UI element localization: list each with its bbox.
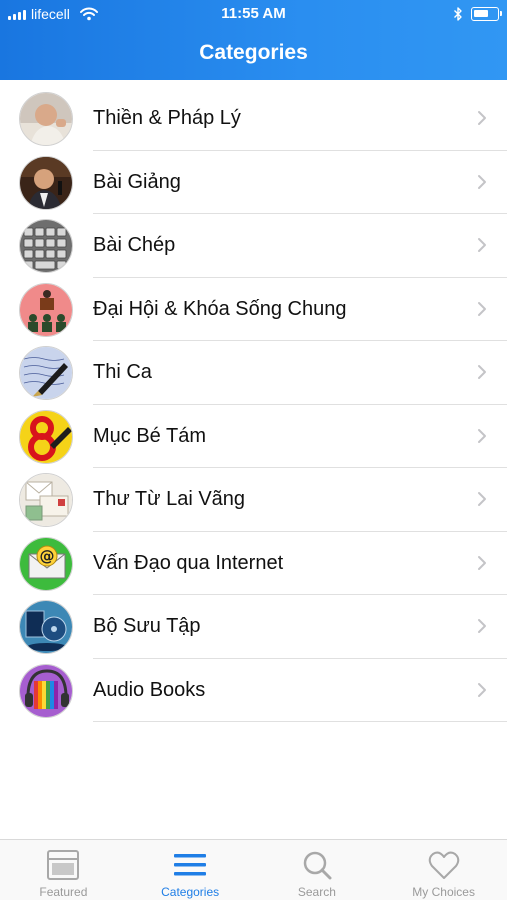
speaker-portrait-icon — [19, 155, 73, 210]
letters-envelope-icon — [19, 473, 73, 527]
category-label: Đại Hội & Khóa Sống Chung — [93, 297, 347, 320]
tab-label: Featured — [39, 885, 88, 899]
featured-icon — [47, 850, 80, 880]
tab-my-choices[interactable]: My Choices — [380, 840, 507, 900]
category-row-bai-chep[interactable]: Bài Chép — [0, 214, 507, 278]
bluetooth-icon — [454, 7, 462, 21]
chevron-right-icon — [478, 174, 486, 189]
list-icon — [174, 854, 207, 876]
email-at-icon: @ — [19, 536, 73, 591]
number-eight-pen-icon — [19, 409, 73, 464]
chevron-right-icon — [478, 492, 486, 506]
tab-label: Categories — [161, 885, 220, 899]
category-label: Mục Bé Tám — [93, 424, 206, 447]
category-label: Thiền & Pháp Lý — [93, 107, 241, 129]
category-label: Bài Chép — [93, 234, 176, 256]
fountain-pen-icon — [19, 346, 73, 400]
category-row-thien-phap-ly[interactable]: Thiền & Pháp Lý — [0, 87, 507, 151]
assembly-podium-icon — [19, 282, 73, 337]
heart-icon — [428, 851, 459, 879]
category-label: Vấn Đạo qua Internet — [93, 551, 284, 574]
tab-bar: Featured Categories Search My Choices — [0, 839, 507, 900]
category-list: Thiền & Pháp Lý Bài Giảng Bài Chép Đại H… — [0, 87, 507, 722]
category-row-bai-giang[interactable]: Bài Giảng — [0, 151, 507, 214]
category-row-dai-hoi[interactable]: Đại Hội & Khóa Sống Chung — [0, 278, 507, 341]
category-label: Bài Giảng — [93, 170, 181, 193]
tab-label: My Choices — [412, 885, 475, 899]
category-label: Thư Từ Lai Vãng — [93, 488, 246, 510]
status-bar: lifecell 11:55 AM — [0, 0, 507, 30]
battery-icon — [471, 7, 502, 21]
tab-label: Search — [297, 885, 336, 899]
chevron-right-icon — [478, 555, 486, 570]
tab-featured[interactable]: Featured — [0, 840, 127, 900]
chevron-right-icon — [478, 111, 486, 125]
battery-level — [474, 10, 488, 17]
category-row-muc-be-tam[interactable]: Mục Bé Tám — [0, 405, 507, 468]
category-label: Audio Books — [93, 678, 206, 701]
monk-portrait-icon — [19, 92, 73, 146]
category-row-van-dao[interactable]: @ Vấn Đạo qua Internet — [0, 532, 507, 595]
tab-search[interactable]: Search — [254, 840, 381, 900]
keyboard-icon — [19, 219, 73, 273]
chevron-right-icon — [478, 365, 486, 379]
category-label: Bộ Sưu Tập — [93, 615, 201, 637]
chevron-right-icon — [478, 619, 486, 633]
collection-discs-icon — [19, 600, 73, 654]
chevron-right-icon — [478, 238, 486, 252]
search-icon — [303, 851, 332, 880]
row-separator — [93, 721, 507, 722]
category-row-audio-books[interactable]: Audio Books — [0, 659, 507, 722]
status-time: 11:55 AM — [221, 5, 286, 22]
headphones-books-icon — [19, 663, 73, 718]
chevron-right-icon — [478, 682, 486, 697]
category-label: Thi Ca — [93, 361, 152, 383]
category-row-thu-tu-lai-vang[interactable]: Thư Từ Lai Vãng — [0, 468, 507, 532]
svg-text:@: @ — [40, 547, 55, 565]
page-title: Categories — [199, 41, 308, 64]
header: lifecell 11:55 AM Categories — [0, 0, 507, 80]
chevron-right-icon — [478, 301, 486, 316]
chevron-right-icon — [478, 428, 486, 443]
tab-categories[interactable]: Categories — [127, 840, 254, 900]
category-row-bo-suu-tap[interactable]: Bộ Sưu Tập — [0, 595, 507, 659]
status-right — [453, 5, 502, 23]
category-row-thi-ca[interactable]: Thi Ca — [0, 341, 507, 405]
